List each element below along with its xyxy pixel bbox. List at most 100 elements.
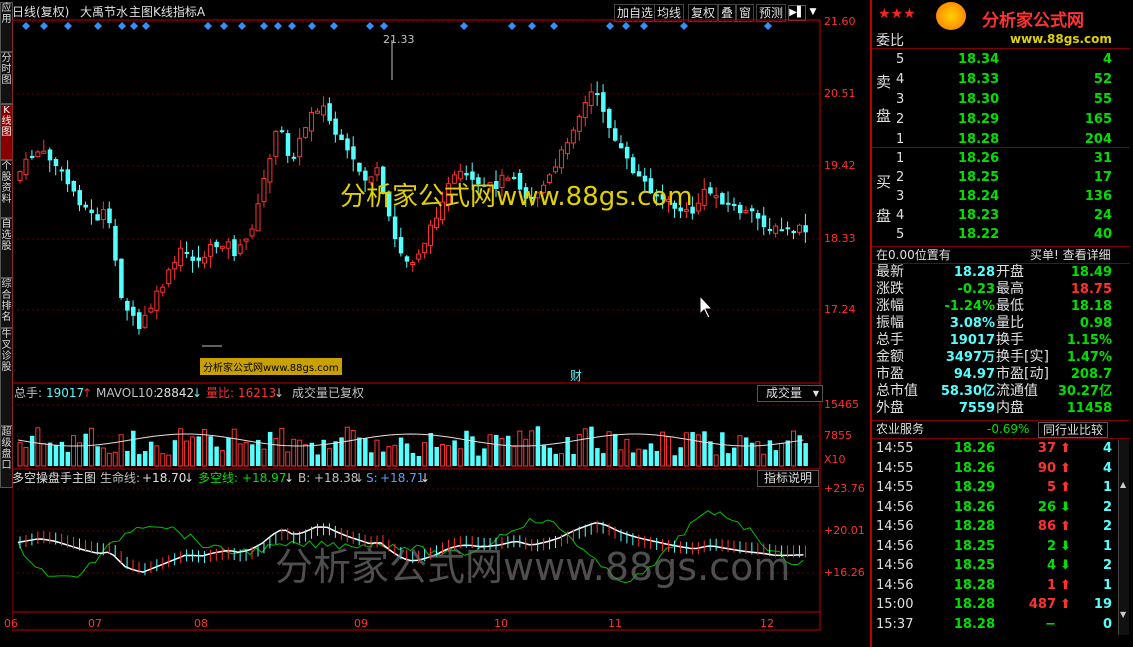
- ticks-scrollbar[interactable]: ▲ ▼: [1118, 440, 1129, 635]
- volume-bar: [690, 432, 695, 466]
- tick-cell: 1: [1102, 480, 1112, 495]
- indicator-title: 多空操盘手主图: [12, 471, 97, 485]
- candle-body: [249, 228, 255, 237]
- candle-body: [422, 242, 428, 254]
- tick-cell: 18.25: [953, 558, 995, 573]
- stat-cell: 最新: [876, 264, 904, 280]
- volume-bar: [106, 452, 112, 467]
- candle-body: [558, 149, 564, 169]
- tick-cell: 2: [1102, 519, 1112, 534]
- sector-change: -0.69%: [987, 422, 1030, 436]
- volume-bar: [219, 449, 225, 467]
- diamond-marker: [308, 22, 316, 30]
- stat-cell: 最高: [996, 281, 1024, 297]
- candle-body: [172, 261, 178, 270]
- volume-bar: [344, 426, 350, 467]
- sell-row: 4: [896, 72, 905, 87]
- volume-bar: [535, 426, 541, 466]
- tick-cell: 14:55: [876, 480, 914, 495]
- volume-bar: [482, 448, 487, 466]
- candle-body: [576, 115, 582, 132]
- volume-bar: [154, 445, 160, 467]
- volume-bar: [142, 451, 148, 466]
- arrow-down-icon: ⬇: [1060, 538, 1071, 554]
- candle-body: [125, 300, 130, 311]
- candle-body: [416, 253, 422, 260]
- tick-cell: 14:56: [876, 499, 914, 515]
- volume-bar: [250, 444, 255, 466]
- mavol-label: MAVOL10:: [96, 386, 158, 400]
- volume-bar: [713, 454, 719, 467]
- volume-dropdown[interactable]: 成交量 ▼: [757, 385, 823, 402]
- life-line-value: +18.70: [142, 471, 187, 485]
- volume-bar: [648, 443, 654, 466]
- stat-cell: 换手[实]: [996, 349, 1049, 365]
- diamond-marker: [130, 22, 138, 30]
- tick-cell: 18.29: [953, 480, 995, 495]
- month-label: 11: [608, 617, 622, 630]
- stat-cell: 18.49: [1070, 265, 1112, 280]
- volume-bar: [112, 451, 118, 467]
- sell-row: 165: [1084, 112, 1112, 127]
- view-detail-link[interactable]: 买单! 查看详细: [1030, 248, 1111, 263]
- sell-row: 18.28: [958, 132, 1000, 147]
- volume-bar: [148, 441, 154, 466]
- volume-bar: [558, 453, 564, 467]
- volume-bar: [196, 436, 201, 466]
- diamond-marker: [622, 22, 630, 30]
- arrow-down-icon: ↓: [420, 471, 431, 485]
- diamond-marker: [288, 22, 296, 30]
- status-line-left: 在0.00位置有: [876, 248, 951, 262]
- sell-row: 3: [896, 92, 905, 107]
- candle-body: [190, 256, 196, 261]
- candle-body: [59, 169, 65, 172]
- candle-body: [95, 214, 100, 221]
- candle-body: [618, 143, 624, 149]
- sell-row: 18.33: [958, 72, 1000, 87]
- candle-body: [333, 118, 338, 135]
- financial-marker[interactable]: 财: [570, 369, 582, 383]
- tick-cell: 90: [1037, 460, 1056, 476]
- volume-bar: [624, 438, 630, 467]
- vol-total-label: 总手:: [14, 386, 43, 400]
- candle-body: [785, 227, 791, 230]
- industry-compare-button[interactable]: 同行业比较: [1038, 422, 1108, 438]
- stat-cell: 19017: [949, 333, 995, 348]
- volume-bar: [613, 434, 618, 466]
- stat-cell: 3497万: [945, 350, 995, 365]
- candle-body: [428, 224, 434, 247]
- indicator-help-button[interactable]: 指标说明: [757, 470, 819, 487]
- tick-cell: 18.26: [953, 460, 995, 476]
- chevron-down-icon: ▼: [812, 389, 819, 398]
- sector-name[interactable]: 农业服务: [876, 422, 924, 437]
- candle-body: [237, 244, 243, 254]
- volume-bar: [571, 454, 576, 466]
- volume-bar: [702, 431, 707, 466]
- max-price-label: 21.33: [383, 33, 415, 46]
- volume-bar: [380, 451, 386, 466]
- diamond-marker: [40, 22, 48, 30]
- diamond-marker: [238, 22, 246, 30]
- volume-bar: [445, 445, 451, 467]
- arrow-up-icon: ⬆: [1060, 597, 1071, 612]
- diamond-marker: [550, 22, 558, 30]
- volume-bar: [779, 442, 785, 467]
- candle-body: [201, 256, 207, 264]
- sell-row: 1: [896, 132, 905, 147]
- candle-body: [83, 204, 88, 208]
- candle-body: [392, 216, 398, 240]
- candle-body: [178, 247, 184, 267]
- volume-bar: [553, 453, 558, 466]
- candle-body: [726, 202, 731, 205]
- volume-bar: [172, 440, 178, 466]
- candle-body: [107, 208, 112, 224]
- month-label: 08: [194, 617, 208, 630]
- volume-bar: [606, 431, 612, 467]
- volume-bar: [243, 441, 249, 467]
- volume-bar: [291, 438, 297, 467]
- volume-bar: [261, 448, 267, 467]
- vol-ratio-value: 16213: [238, 386, 277, 400]
- volume-bar: [511, 446, 517, 467]
- candle-body: [732, 203, 737, 206]
- tick-cell: 86: [1037, 519, 1056, 534]
